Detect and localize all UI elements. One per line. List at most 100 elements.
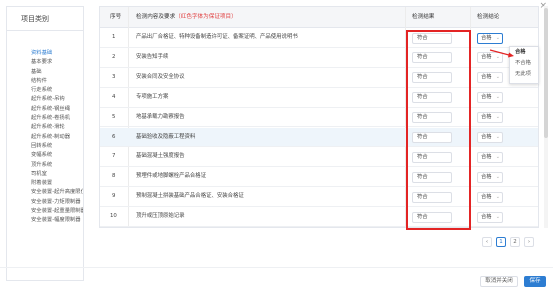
conclusion-select[interactable]: 合格 ⌄ (477, 32, 503, 44)
edit-window: × 项目类别 资料基础基本要求基础结构件行走系统起升系统-吊钩起升系统-钢丝绳起… (0, 0, 553, 291)
footer-divider (0, 267, 553, 268)
conclusion-value: 合格 (481, 193, 492, 200)
row-content: 预埋件或地脚螺栓产品合格证 (136, 173, 207, 180)
row-index: 8 (112, 173, 116, 180)
header-index: 序号 (110, 14, 122, 20)
table-row: 7 基础混凝土强度报告 符合 合格 ⌄ (100, 147, 538, 168)
chevron-down-icon: ⌄ (495, 153, 500, 160)
table-row: 3 安装合同及安全协议 符合 合格 ⌄ (100, 68, 538, 88)
conclusion-select[interactable]: 合格 ⌄ (477, 92, 503, 104)
sidebar-item[interactable]: 顶升系统 (31, 161, 83, 170)
dropdown-option-na[interactable]: 无此项 (510, 69, 538, 80)
conclusion-select[interactable]: 合格 ⌄ (477, 112, 503, 124)
sidebar-item[interactable]: 回转系统 (31, 142, 83, 151)
page-1-button[interactable]: 1 (496, 237, 506, 247)
conclusion-value: 合格 (481, 153, 492, 160)
conclusion-value: 合格 (481, 114, 492, 121)
next-page-button[interactable]: › (524, 237, 534, 247)
conclusion-value: 合格 (481, 74, 492, 81)
table-row: 1 产品出厂合格证、特种设备制造许可证、备案证明、产品使用说明书 符合 合格 ⌄ (100, 28, 538, 48)
category-list: 资料基础 基本要求 基础 结构件 行走系统 起升系统-吊钩 起升系统-钢丝绳 起升系统-卷扬机… (7, 31, 83, 226)
conclusion-select[interactable]: 合格 ⌄ (477, 171, 503, 183)
sidebar-item[interactable]: 起升系统-卷扬机 (31, 114, 83, 123)
conclusion-select[interactable]: 合格 ⌄ (477, 191, 503, 203)
chevron-down-icon: ⌄ (495, 134, 500, 140)
row-content: 专项施工方案 (136, 93, 169, 100)
conclusion-select[interactable]: 合格 ⌄ (477, 132, 503, 143)
row-index: 9 (112, 193, 116, 200)
conclusion-value: 合格 (481, 134, 492, 140)
sidebar-item[interactable]: 行走系统 (31, 86, 83, 95)
chevron-down-icon: ⌄ (495, 114, 500, 121)
chevron-down-icon: ⌄ (495, 94, 500, 101)
sidebar-item[interactable]: 安全装置-起升高度限位器 (31, 188, 83, 197)
table-row: 10 顶升或压顶原始记录 符合 合格 ⌄ (100, 207, 538, 227)
header-content-label: 检测内容及要求 (136, 14, 176, 20)
sidebar-item[interactable]: 司机室 (31, 170, 83, 179)
chevron-down-icon: ⌄ (495, 34, 500, 41)
sidebar-item[interactable]: 基本要求 (31, 58, 83, 67)
row-content: 基础验收及隐蔽工程资料 (136, 133, 196, 140)
row-index: 3 (112, 73, 116, 80)
row-index: 1 (112, 34, 116, 40)
scrollbar-thumb[interactable] (544, 8, 548, 138)
conclusion-select[interactable]: 合格 ⌄ (477, 211, 503, 223)
sidebar-item[interactable]: 资料基础 (31, 49, 83, 58)
chevron-down-icon: ⌄ (495, 173, 500, 180)
table-header: 序号 检测内容及要求（红色字体为保证项目） 检测结果 检测结论 (100, 7, 538, 28)
row-index: 4 (112, 93, 116, 100)
table-scrollbar[interactable] (544, 6, 548, 228)
table-row: 5 地基承载力勘察报告 符合 合格 ⌄ (100, 108, 538, 128)
category-sidebar: 项目类别 资料基础 基本要求 基础 结构件 行走系统 起升系统-吊钩 起升系统-钢丝绳 起升系… (6, 6, 84, 281)
table-row: 9 预制混凝土拼装基础产品合格证、安装合格证 符合 合格 ⌄ (100, 187, 538, 208)
row-index: 7 (112, 153, 116, 160)
result-column-highlight (406, 30, 471, 230)
sidebar-item[interactable]: 安全装置-力矩限制器 (31, 198, 83, 207)
conclusion-select[interactable]: 合格 ⌄ (477, 72, 503, 84)
chevron-down-icon: ⌄ (495, 74, 500, 81)
row-index: 6 (112, 133, 116, 140)
table-row: 2 安装告知手续 符合 合格 ⌄ (100, 48, 538, 68)
row-content: 预制混凝土拼装基础产品合格证、安装合格证 (136, 193, 244, 200)
row-index: 2 (112, 53, 116, 60)
sidebar-item[interactable]: 安全装置-起重量限制器 (31, 207, 83, 216)
sidebar-item[interactable]: 起升系统-吊钩 (31, 95, 83, 104)
cancel-close-button[interactable]: 取消并关闭 (480, 276, 518, 287)
conclusion-value: 合格 (481, 173, 492, 180)
sidebar-item[interactable]: 起升系统-滑轮 (31, 123, 83, 132)
table-row: 8 预埋件或地脚螺栓产品合格证 符合 合格 ⌄ (100, 167, 538, 188)
row-index: 10 (110, 213, 117, 220)
sidebar-item[interactable]: 起升系统-钢丝绳 (31, 105, 83, 114)
row-content: 产品出厂合格证、特种设备制造许可证、备案证明、产品使用说明书 (136, 34, 298, 40)
row-index: 5 (112, 113, 116, 120)
save-button[interactable]: 保存 (524, 276, 546, 287)
row-content: 基础混凝土强度报告 (136, 153, 185, 160)
table-row: 6 基础验收及隐蔽工程资料 符合 合格 ⌄ (100, 127, 538, 148)
conclusion-value: 合格 (481, 94, 492, 101)
sidebar-item[interactable]: 附着装置 (31, 179, 83, 188)
chevron-down-icon: ⌄ (495, 213, 500, 220)
inspection-table: 序号 检测内容及要求（红色字体为保证项目） 检测结果 检测结论 1 产品出厂合格证… (99, 6, 539, 228)
conclusion-select[interactable]: 合格 ⌄ (477, 151, 503, 163)
conclusion-value: 合格 (481, 213, 492, 220)
header-content-note: （红色字体为保证项目） (175, 14, 237, 20)
row-content: 安装合同及安全协议 (136, 73, 185, 80)
sidebar-item[interactable]: 安全装置-幅度限制器 (31, 216, 83, 225)
sidebar-item[interactable]: 基础 (31, 68, 83, 77)
prev-page-button[interactable]: ‹ (482, 237, 492, 247)
chevron-down-icon: ⌄ (495, 193, 500, 200)
callout-arrow-icon (489, 49, 514, 58)
row-content: 顶升或压顶原始记录 (136, 213, 185, 220)
header-result: 检测结果 (412, 14, 435, 20)
sidebar-item[interactable]: 起升系统-制动器 (31, 133, 83, 142)
conclusion-value: 合格 (481, 34, 492, 41)
page-2-button[interactable]: 2 (510, 237, 520, 247)
table-row: 4 专项施工方案 符合 合格 ⌄ (100, 88, 538, 108)
row-content: 安装告知手续 (136, 53, 169, 60)
dropdown-option-fail[interactable]: 不合格 (510, 58, 538, 69)
sidebar-item[interactable]: 结构件 (31, 77, 83, 86)
sidebar-item[interactable]: 变幅系统 (31, 151, 83, 160)
header-content: 检测内容及要求（红色字体为保证项目） (136, 7, 237, 28)
sidebar-title: 项目类别 (7, 7, 83, 31)
row-content: 地基承载力勘察报告 (136, 113, 185, 120)
